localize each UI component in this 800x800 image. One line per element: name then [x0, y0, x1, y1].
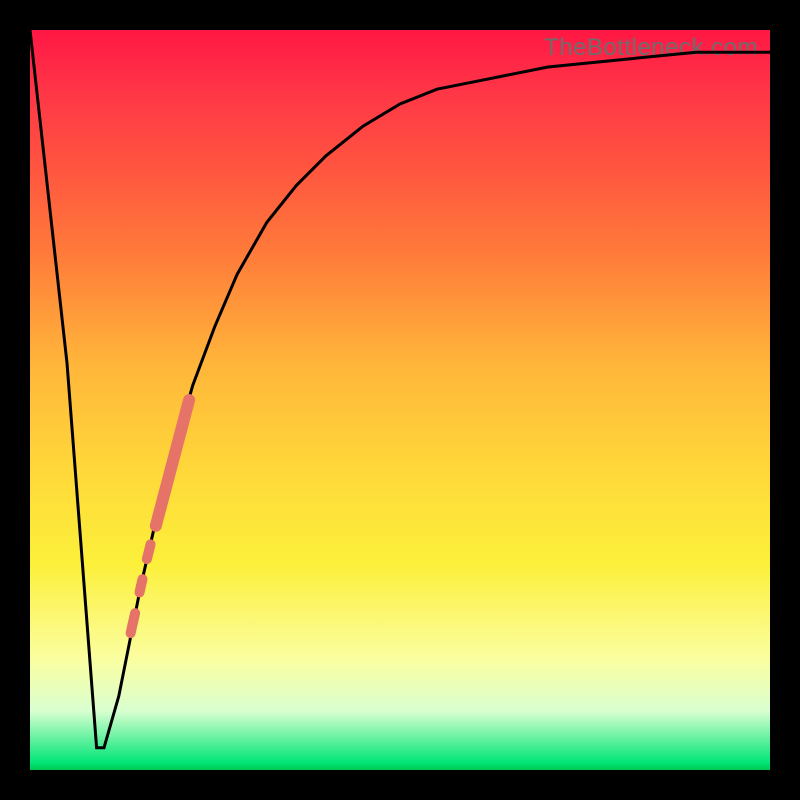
highlight-dot-1: [147, 544, 151, 559]
plot-area: TheBottleneck.com: [30, 30, 770, 770]
chart-frame: TheBottleneck.com: [0, 0, 800, 800]
highlight-dot-3: [131, 613, 136, 633]
highlight-dot-2: [140, 579, 143, 592]
bottleneck-curve-path: [30, 30, 770, 748]
highlight-thick: [156, 400, 189, 526]
chart-svg: [30, 30, 770, 770]
